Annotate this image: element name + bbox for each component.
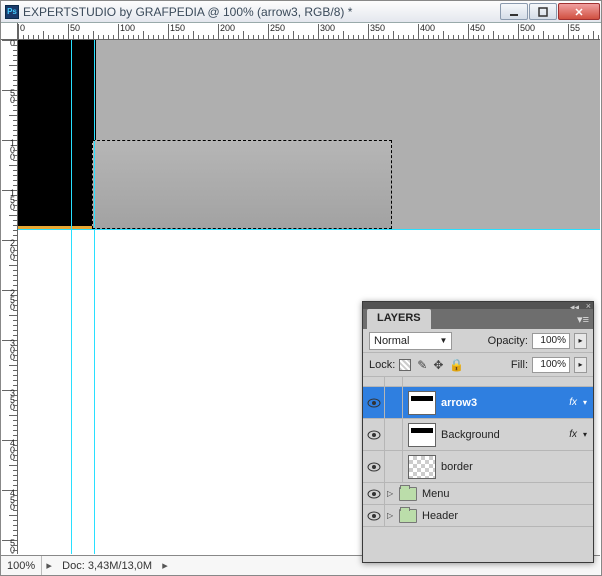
layer-indent bbox=[385, 419, 403, 450]
ruler-h-label: 0 bbox=[20, 23, 25, 33]
lock-all-icon[interactable]: 🔒 bbox=[449, 358, 464, 372]
artwork-black-block bbox=[18, 40, 96, 226]
doc-value: 3,43M/13,0M bbox=[88, 560, 152, 572]
layer-fx-expand-icon[interactable]: ▾ bbox=[583, 430, 587, 439]
group-expand-icon[interactable]: ▷ bbox=[387, 511, 397, 520]
layer-row-cut bbox=[363, 377, 593, 387]
layer-group-row[interactable]: ▷ Menu bbox=[363, 483, 593, 505]
lock-fill-row: Lock: ✎ ✥ 🔒 Fill: 100% ▸ bbox=[363, 353, 593, 377]
doc-size[interactable]: Doc: 3,43M/13,0M bbox=[56, 556, 158, 575]
ruler-h-label: 350 bbox=[370, 23, 385, 33]
layer-group-row[interactable]: ▷ Header bbox=[363, 505, 593, 527]
close-button[interactable] bbox=[558, 3, 600, 20]
selection-marquee[interactable] bbox=[92, 140, 392, 229]
fill-field[interactable]: 100% bbox=[532, 357, 570, 373]
ruler-h-label: 150 bbox=[170, 23, 185, 33]
ruler-horizontal[interactable]: 0 50 100 150 200 250 300 350 400 450 500 55 bbox=[18, 23, 600, 40]
ruler-h-label: 300 bbox=[320, 23, 335, 33]
ruler-h-label: 50 bbox=[70, 23, 80, 33]
layer-fx-icon[interactable]: fx bbox=[569, 397, 577, 408]
layer-row[interactable]: border bbox=[363, 451, 593, 483]
visibility-toggle[interactable] bbox=[363, 387, 385, 418]
ruler-h-label: 55 bbox=[570, 23, 580, 33]
fill-label: Fill: bbox=[511, 359, 528, 371]
layer-list: arrow3fx▾Backgroundfx▾border▷Menu▷Header bbox=[363, 377, 593, 527]
ruler-h-label: 200 bbox=[220, 23, 235, 33]
ruler-vertical[interactable]: 050100150200250300350400450500 bbox=[1, 40, 18, 554]
layer-indent bbox=[385, 451, 403, 482]
group-expand-icon[interactable]: ▷ bbox=[387, 489, 397, 498]
ruler-h-label: 500 bbox=[520, 23, 535, 33]
ruler-v-label: 50 bbox=[3, 90, 15, 104]
opacity-label: Opacity: bbox=[488, 335, 528, 347]
maximize-button[interactable] bbox=[529, 3, 557, 20]
guide-horizontal[interactable] bbox=[18, 229, 600, 230]
ruler-h-label: 450 bbox=[470, 23, 485, 33]
fill-flyout-icon[interactable]: ▸ bbox=[574, 357, 587, 373]
opacity-flyout-icon[interactable]: ▸ bbox=[574, 333, 587, 349]
minimize-button[interactable] bbox=[500, 3, 528, 20]
visibility-toggle[interactable] bbox=[363, 419, 385, 450]
layer-indent bbox=[385, 387, 403, 418]
layer-name[interactable]: Menu bbox=[422, 487, 593, 500]
status-arrow-icon[interactable]: ▸ bbox=[42, 559, 56, 572]
layer-fx-expand-icon[interactable]: ▾ bbox=[583, 398, 587, 407]
layer-name[interactable]: arrow3 bbox=[441, 396, 569, 409]
layer-name[interactable]: border bbox=[441, 460, 593, 473]
lock-position-icon[interactable]: ✥ bbox=[433, 358, 443, 372]
zoom-field[interactable]: 100% bbox=[1, 556, 42, 575]
layer-name[interactable]: Header bbox=[422, 509, 593, 522]
panel-menu-icon[interactable]: ▾≡ bbox=[577, 313, 589, 326]
ruler-h-label: 250 bbox=[270, 23, 285, 33]
panel-tab-row: LAYERS ▾≡ bbox=[363, 309, 593, 329]
tab-layers[interactable]: LAYERS bbox=[367, 309, 431, 329]
window-controls bbox=[499, 3, 600, 20]
guide-vertical[interactable] bbox=[71, 40, 72, 554]
visibility-toggle[interactable] bbox=[363, 451, 385, 482]
ruler-h-label: 400 bbox=[420, 23, 435, 33]
chevron-down-icon: ▼ bbox=[439, 336, 447, 345]
folder-icon bbox=[399, 509, 417, 523]
ruler-h-label: 100 bbox=[120, 23, 135, 33]
blend-opacity-row: Normal ▼ Opacity: 100% ▸ bbox=[363, 329, 593, 353]
guide-vertical[interactable] bbox=[94, 40, 95, 554]
lock-image-icon[interactable]: ✎ bbox=[417, 358, 427, 372]
ruler-origin[interactable] bbox=[1, 23, 18, 40]
opacity-field[interactable]: 100% bbox=[532, 333, 570, 349]
window-titlebar: Ps EXPERTSTUDIO by GRAFPEDIA @ 100% (arr… bbox=[1, 1, 601, 23]
ruler-v-label: 500 bbox=[3, 540, 15, 554]
folder-icon bbox=[399, 487, 417, 501]
status-menu-icon[interactable]: ▸ bbox=[158, 559, 172, 572]
layer-thumbnail[interactable] bbox=[408, 391, 436, 415]
doc-label: Doc: bbox=[62, 560, 85, 572]
lock-label: Lock: bbox=[369, 359, 395, 371]
lock-transparency-icon[interactable] bbox=[399, 359, 411, 371]
panel-grip[interactable]: ◂◂ × bbox=[363, 302, 593, 309]
layer-fx-icon[interactable]: fx bbox=[569, 429, 577, 440]
layer-row[interactable]: arrow3fx ▾ bbox=[363, 387, 593, 419]
blend-mode-value: Normal bbox=[374, 335, 409, 347]
visibility-toggle[interactable] bbox=[363, 505, 385, 526]
blend-mode-select[interactable]: Normal ▼ bbox=[369, 332, 452, 350]
visibility-toggle[interactable] bbox=[363, 483, 385, 504]
layers-panel[interactable]: ◂◂ × LAYERS ▾≡ Normal ▼ Opacity: 100% ▸ … bbox=[362, 301, 594, 563]
layer-name[interactable]: Background bbox=[441, 428, 569, 441]
layer-row[interactable]: Backgroundfx ▾ bbox=[363, 419, 593, 451]
app-icon: Ps bbox=[5, 5, 19, 19]
layer-thumbnail[interactable] bbox=[408, 423, 436, 447]
layer-thumbnail[interactable] bbox=[408, 455, 436, 479]
window-title: EXPERTSTUDIO by GRAFPEDIA @ 100% (arrow3… bbox=[23, 5, 499, 19]
